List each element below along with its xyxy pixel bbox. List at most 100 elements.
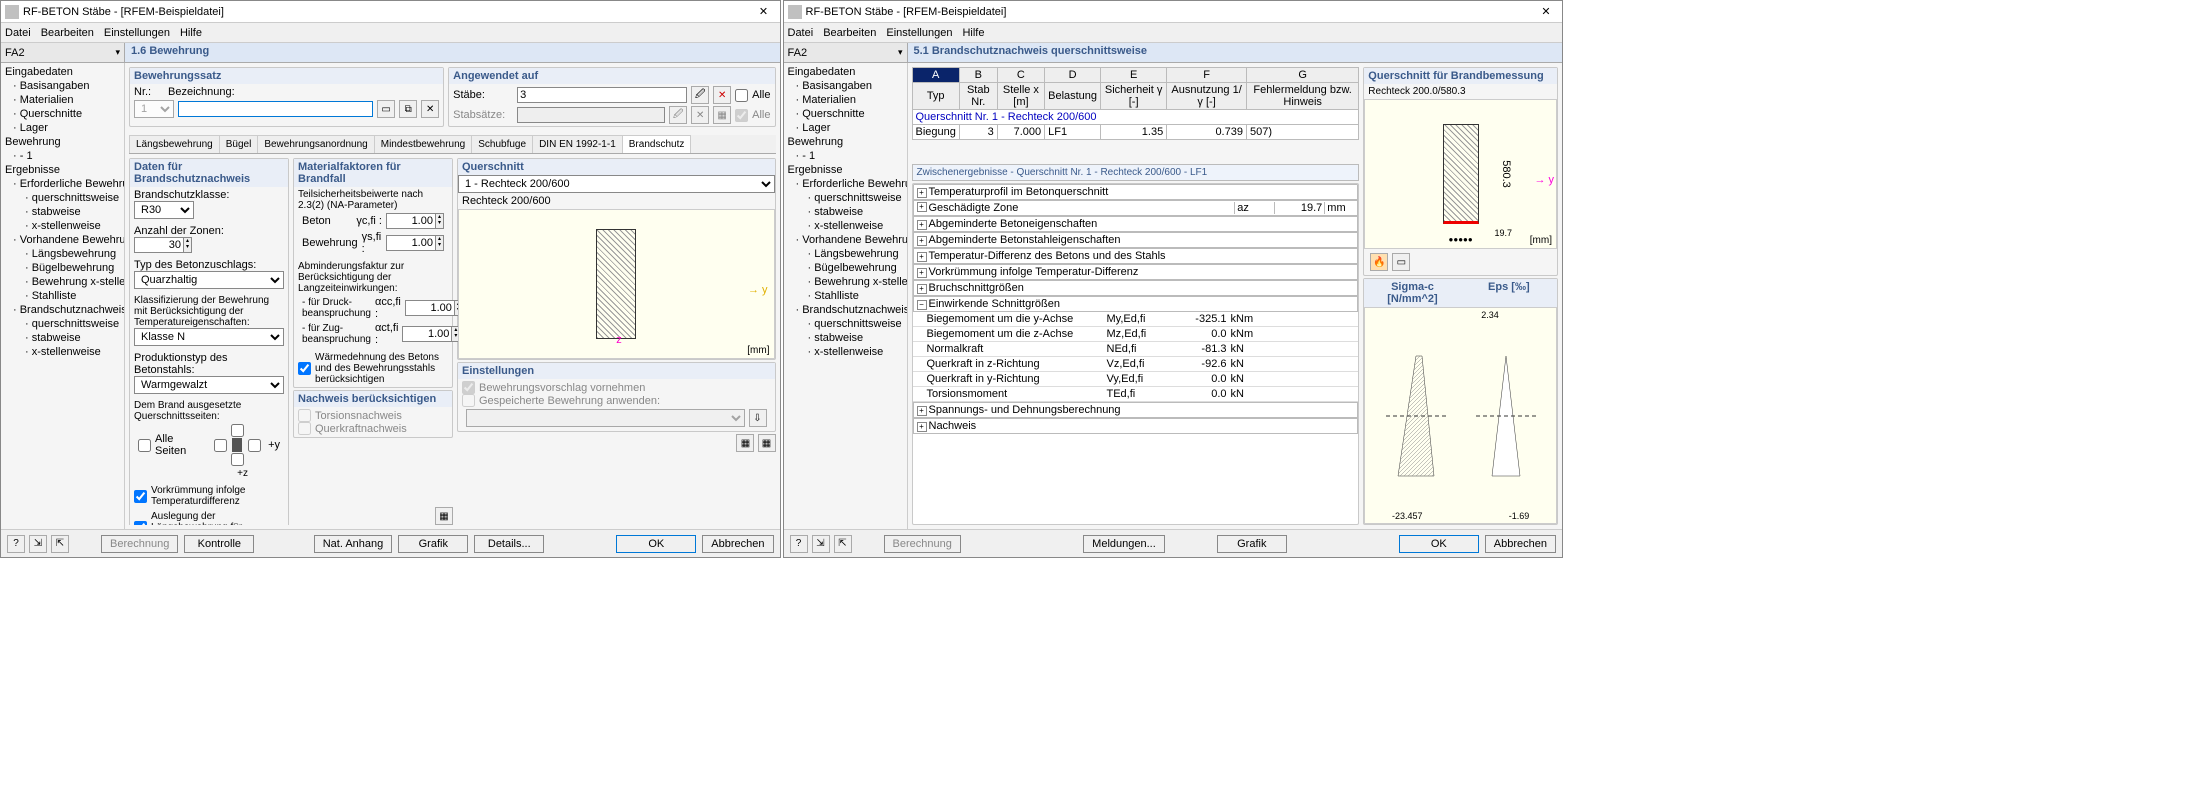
delete-icon[interactable]: ✕ [421, 100, 439, 118]
menu-datei[interactable]: Datei [788, 27, 814, 39]
tree-item[interactable]: · Basisangaben [786, 79, 905, 93]
expand-icon[interactable]: + [917, 422, 927, 432]
tree-item[interactable]: · Bügelbewehrung [3, 261, 122, 275]
zonen-input[interactable] [134, 237, 184, 253]
tree-item[interactable]: · stabweise [786, 331, 905, 345]
tree-item[interactable]: · Stahlliste [786, 289, 905, 303]
tree-item[interactable]: · Brandschutznachweis [786, 303, 905, 317]
nav-tree[interactable]: Eingabedaten· Basisangaben· Materialien·… [784, 63, 908, 529]
alle-staebe-check[interactable] [735, 89, 748, 102]
beton-input[interactable] [386, 213, 436, 229]
tree-item[interactable]: · - 1 [3, 149, 122, 163]
berechnung-button[interactable]: Berechnung [101, 535, 178, 553]
result-row[interactable]: Biegung37.000LF11.350.739507) [912, 125, 1359, 140]
tree-item[interactable]: · Bewehrung x-stellenweise [3, 275, 122, 289]
bew-input[interactable] [386, 235, 436, 251]
tree-item[interactable]: · x-stellenweise [786, 345, 905, 359]
expand-icon[interactable]: + [917, 284, 927, 294]
natanhang-button[interactable]: Nat. Anhang [314, 535, 393, 553]
menu-einstellungen[interactable]: Einstellungen [886, 27, 952, 39]
open-section-icon[interactable]: ▭ [377, 100, 395, 118]
alleseiten-check[interactable] [138, 439, 151, 452]
tree-item[interactable]: · Erforderliche Bewehrung [786, 177, 905, 191]
kontrolle-button[interactable]: Kontrolle [184, 535, 254, 553]
case-dropdown[interactable]: FA2 [784, 43, 908, 62]
nav-tree[interactable]: Eingabedaten· Basisangaben· Materialien·… [1, 63, 125, 529]
side-right-check[interactable] [248, 439, 261, 452]
tab-schubfuge[interactable]: Schubfuge [471, 135, 533, 153]
pick-icon[interactable]: 🖉 [691, 86, 709, 104]
klass-select[interactable]: Klasse N [134, 328, 284, 346]
abbrechen-button[interactable]: Abbrechen [702, 535, 773, 553]
close-icon[interactable]: ✕ [752, 5, 776, 18]
tree-item[interactable]: · x-stellenweise [3, 345, 122, 359]
tree-item[interactable]: · querschnittsweise [3, 317, 122, 331]
results-table[interactable]: ABCDEFG TypStab Nr.Stelle x [m]Belastung… [912, 67, 1360, 140]
tree-item[interactable]: · Lager [786, 121, 905, 135]
grafik-button[interactable]: Grafik [398, 535, 468, 553]
expand-icon[interactable]: + [917, 220, 927, 230]
tree-item[interactable]: · Materialien [786, 93, 905, 107]
tree-item[interactable]: · stabweise [3, 331, 122, 345]
tree-item[interactable]: Ergebnisse [3, 163, 122, 177]
side-bottom-check[interactable] [231, 453, 244, 466]
side-left-check[interactable] [214, 439, 227, 452]
collapse-icon[interactable]: − [917, 300, 927, 310]
export-icon[interactable]: ⇲ [29, 535, 47, 553]
tree-item[interactable]: · Bewehrung x-stellenweise [786, 275, 905, 289]
tree-item[interactable]: · - 1 [786, 149, 905, 163]
ok-button[interactable]: OK [1399, 535, 1479, 553]
tree-item[interactable]: · x-stellenweise [3, 219, 122, 233]
import-icon[interactable]: ⇱ [834, 535, 852, 553]
berechnung-button[interactable]: Berechnung [884, 535, 961, 553]
qs-select[interactable]: 1 - Rechteck 200/600 [458, 175, 775, 193]
tab-laengsbewehrung[interactable]: Längsbewehrung [129, 135, 220, 153]
tab-mindest[interactable]: Mindestbewehrung [374, 135, 473, 153]
tree-item[interactable]: · Lager [3, 121, 122, 135]
tree-item[interactable]: · Bügelbewehrung [786, 261, 905, 275]
prod-select[interactable]: Warmgewalzt [134, 376, 284, 394]
staebe-input[interactable] [517, 87, 687, 103]
tree-item[interactable]: · stabweise [786, 205, 905, 219]
nr-select[interactable]: 1 [134, 100, 174, 118]
tab-din[interactable]: DIN EN 1992-1-1 [532, 135, 623, 153]
auslegung-check[interactable] [134, 521, 147, 525]
section-view-icon[interactable]: ▭ [1392, 253, 1410, 271]
tree-item[interactable]: · Querschnitte [3, 107, 122, 121]
expand-icon[interactable]: + [917, 252, 927, 262]
tree-item[interactable]: · Stahlliste [3, 289, 122, 303]
meldungen-button[interactable]: Meldungen... [1083, 535, 1165, 553]
tree-item[interactable]: · Basisangaben [3, 79, 122, 93]
import-icon[interactable]: ⇱ [51, 535, 69, 553]
tree-item[interactable]: Bewehrung [3, 135, 122, 149]
tree-item[interactable]: · Längsbewehrung [786, 247, 905, 261]
view-graphic-icon[interactable]: ▦ [758, 434, 776, 452]
tab-brandschutz[interactable]: Brandschutz [622, 135, 692, 153]
ok-button[interactable]: OK [616, 535, 696, 553]
grafik-button[interactable]: Grafik [1217, 535, 1287, 553]
menu-hilfe[interactable]: Hilfe [180, 27, 202, 39]
tree-item[interactable]: · Längsbewehrung [3, 247, 122, 261]
menu-datei[interactable]: Datei [5, 27, 31, 39]
tree-item[interactable]: Eingabedaten [3, 65, 122, 79]
info-icon[interactable]: ▦ [435, 507, 453, 525]
tree-item[interactable]: · Erforderliche Bewehrung [3, 177, 122, 191]
tree-item[interactable]: · Vorhandene Bewehrung [786, 233, 905, 247]
zug-input[interactable] [402, 326, 452, 342]
help-icon[interactable]: ? [7, 535, 25, 553]
vorkruemmung-check[interactable] [134, 490, 147, 503]
waerme-check[interactable] [298, 362, 311, 375]
view-details-icon[interactable]: ▦ [736, 434, 754, 452]
side-top-check[interactable] [231, 424, 244, 437]
bezeichnung-input[interactable] [178, 101, 373, 117]
details-button[interactable]: Details... [474, 535, 544, 553]
expand-icon[interactable]: + [917, 268, 927, 278]
copy-icon[interactable]: ⧉ [399, 100, 417, 118]
help-icon[interactable]: ? [790, 535, 808, 553]
expand-icon[interactable]: + [917, 236, 927, 246]
menu-bearbeiten[interactable]: Bearbeiten [823, 27, 876, 39]
export-icon[interactable]: ⇲ [812, 535, 830, 553]
tree-item[interactable]: Ergebnisse [786, 163, 905, 177]
menu-einstellungen[interactable]: Einstellungen [104, 27, 170, 39]
tree-item[interactable]: · querschnittsweise [786, 191, 905, 205]
